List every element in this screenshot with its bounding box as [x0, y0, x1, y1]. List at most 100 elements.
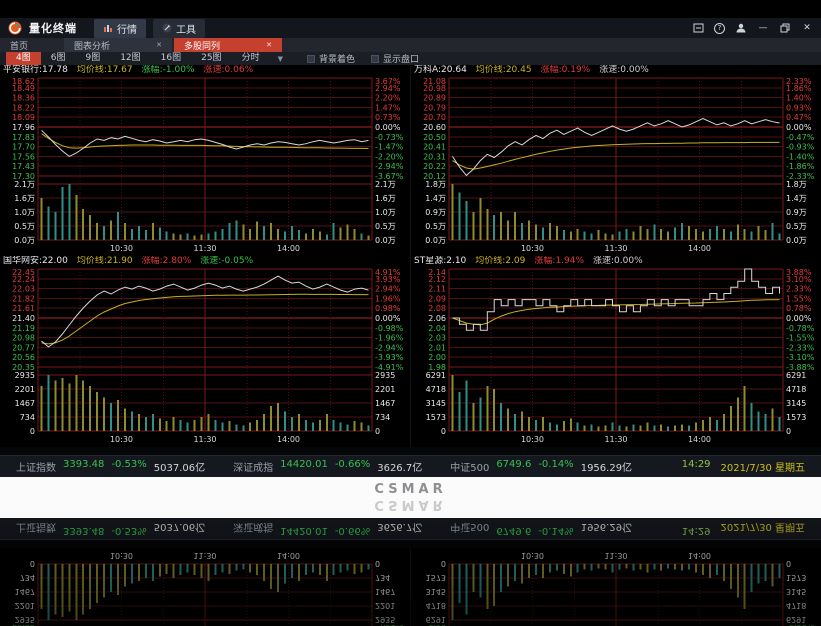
tab-home-label: 首页: [10, 39, 28, 52]
tab-home[interactable]: 首页: [0, 38, 62, 52]
app-logo-icon: [8, 21, 22, 35]
svg-text:-2.33%: -2.33%: [786, 343, 815, 352]
svg-text:0.93%: 0.93%: [786, 103, 812, 112]
svg-text:4718: 4718: [786, 601, 806, 610]
svg-text:2.94%: 2.94%: [375, 285, 401, 294]
tab-chart-analysis-label: 图表分析: [74, 39, 110, 52]
svg-text:21.19: 21.19: [12, 324, 35, 333]
svg-text:6291: 6291: [426, 615, 446, 624]
csmar-watermark-reflection: CSMAR: [0, 497, 821, 512]
svg-text:2201: 2201: [15, 385, 35, 394]
svg-text:18.22: 18.22: [12, 103, 35, 112]
user-icon[interactable]: [735, 22, 747, 34]
svg-text:0.00%: 0.00%: [786, 314, 812, 323]
avg-label: 均价线:17.67: [77, 65, 133, 76]
svg-text:10:30: 10:30: [110, 435, 133, 444]
svg-text:2201: 2201: [15, 601, 35, 610]
intraday-chart-vanke[interactable]: 21.0820.9820.8920.7920.7020.6020.5020.41…: [411, 76, 821, 256]
tab-close-icon[interactable]: ✕: [156, 41, 162, 49]
svg-text:0.5万: 0.5万: [375, 222, 396, 231]
panel-icon[interactable]: [692, 22, 704, 34]
svg-text:-3.93%: -3.93%: [375, 353, 404, 362]
layout-9-button[interactable]: 9图: [75, 52, 110, 65]
stock-label: 平安银行:17.78: [3, 65, 68, 76]
svg-text:3145: 3145: [426, 587, 446, 596]
change-label: 涨幅:2.80%: [142, 256, 192, 267]
menu-quotes[interactable]: 行情: [94, 19, 146, 38]
svg-text:-1.86%: -1.86%: [786, 162, 815, 171]
svg-text:11:30: 11:30: [604, 244, 627, 253]
layout-16-button[interactable]: 16图: [151, 52, 191, 65]
svg-text:14:00: 14:00: [688, 551, 711, 560]
show-orderbook-checkbox[interactable]: [371, 55, 379, 63]
intraday-button[interactable]: 分时: [232, 52, 270, 65]
index-value: 14420.01: [280, 459, 328, 474]
tab-multi-stock[interactable]: 多股同列 ✕: [174, 38, 282, 52]
intraday-chart-stxingyuan[interactable]: 2.142.122.112.092.082.062.042.032.012.00…: [411, 267, 821, 447]
chart-menu-icon: [103, 23, 113, 33]
layout-25-button[interactable]: 25图: [191, 52, 231, 65]
svg-text:-1.40%: -1.40%: [786, 152, 815, 161]
svg-text:18.49: 18.49: [12, 84, 35, 93]
layout-4-button[interactable]: 4图: [6, 52, 41, 65]
svg-text:2.20%: 2.20%: [375, 94, 401, 103]
stock-label: ST星源:2.10: [414, 256, 466, 267]
current-time: 14:29: [682, 459, 711, 474]
tools-menu-icon: [162, 23, 172, 33]
svg-text:0: 0: [441, 559, 446, 568]
svg-text:1.6万: 1.6万: [14, 194, 35, 203]
dropdown-caret-icon[interactable]: ▼: [270, 55, 291, 63]
index-change: -0.14%: [538, 459, 573, 474]
speed-label: 涨速:-0.05%: [200, 256, 253, 267]
svg-text:2.1万: 2.1万: [375, 180, 396, 189]
layout-6-button[interactable]: 6图: [41, 52, 76, 65]
svg-text:2935: 2935: [15, 371, 35, 380]
toolbar: 4图 6图 9图 12图 16图 25图 分时 ▼ 背景着色 显示盘口: [0, 52, 821, 65]
index-shenzhen: 深证成指 14420.01 -0.66% 3626.7亿: [233, 459, 422, 474]
svg-text:2.01: 2.01: [428, 343, 446, 352]
svg-text:-0.78%: -0.78%: [786, 324, 815, 333]
svg-text:22.24: 22.24: [12, 275, 35, 284]
svg-text:-2.20%: -2.20%: [375, 152, 404, 161]
restore-icon[interactable]: [779, 22, 791, 34]
intraday-chart-guohua[interactable]: 22.4522.2422.0321.8221.6121.4021.1920.98…: [0, 267, 410, 447]
chart-panel-vanke: 万科A:20.64 均价线:20.45 涨幅:0.19% 涨速:0.00% 21…: [411, 65, 821, 256]
menu-tools-label: 工具: [176, 21, 196, 36]
svg-text:2.08: 2.08: [428, 304, 446, 313]
chart-panel-header: 万科A:20.64 均价线:20.45 涨幅:0.19% 涨速:0.00%: [411, 65, 821, 76]
close-icon[interactable]: ✕: [801, 22, 813, 34]
svg-text:1.0万: 1.0万: [375, 208, 396, 217]
svg-text:1.0万: 1.0万: [14, 208, 35, 217]
svg-text:0.5万: 0.5万: [786, 222, 807, 231]
svg-text:6291: 6291: [426, 371, 446, 380]
menu-tools[interactable]: 工具: [153, 19, 205, 38]
svg-text:0: 0: [30, 427, 35, 436]
tab-close-icon[interactable]: ✕: [266, 41, 272, 49]
svg-text:21.61: 21.61: [12, 304, 35, 313]
minimize-icon[interactable]: —: [757, 22, 769, 34]
tabbar: 首页 图表分析 ✕ 多股同列 ✕: [0, 38, 821, 52]
svg-text:11:30: 11:30: [604, 551, 627, 560]
change-label: 涨幅:0.19%: [541, 65, 591, 76]
tab-chart-analysis[interactable]: 图表分析 ✕: [64, 38, 172, 52]
svg-text:0.00%: 0.00%: [786, 123, 812, 132]
svg-text:734: 734: [375, 573, 390, 582]
svg-text:6291: 6291: [786, 615, 806, 624]
svg-text:6291: 6291: [786, 371, 806, 380]
intraday-chart-pinganbank[interactable]: 18.6218.4918.3618.2218.0917.9617.8317.70…: [0, 76, 410, 256]
layout-12-button[interactable]: 12图: [110, 52, 150, 65]
svg-text:3145: 3145: [426, 399, 446, 408]
avg-label: 均价线:21.90: [77, 256, 133, 267]
svg-text:14:00: 14:00: [688, 435, 711, 444]
svg-text:2.1万: 2.1万: [14, 180, 35, 189]
svg-text:1467: 1467: [375, 399, 395, 408]
svg-text:0.00%: 0.00%: [375, 314, 401, 323]
background-shading-checkbox[interactable]: [307, 55, 315, 63]
svg-text:18.36: 18.36: [12, 94, 35, 103]
svg-text:17.56: 17.56: [12, 152, 35, 161]
show-orderbook-label: 显示盘口: [383, 52, 419, 65]
index-value: 3393.48: [63, 459, 104, 474]
svg-text:18.09: 18.09: [12, 113, 35, 122]
change-label: 涨幅:-1.00%: [142, 65, 195, 76]
help-icon[interactable]: ?: [714, 23, 725, 34]
